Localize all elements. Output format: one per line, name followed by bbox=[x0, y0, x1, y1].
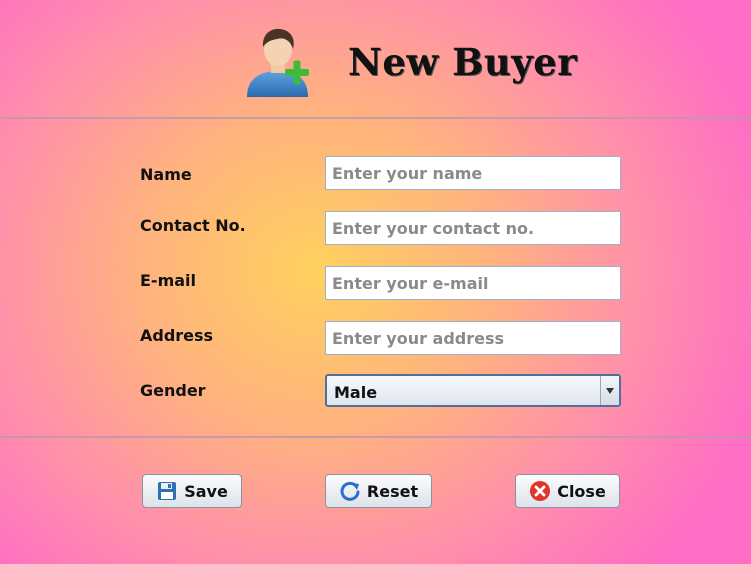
close-icon bbox=[530, 481, 551, 501]
top-divider bbox=[0, 117, 751, 119]
page-title: New Buyer bbox=[348, 40, 578, 84]
close-button[interactable]: Close bbox=[515, 474, 620, 508]
address-input[interactable] bbox=[325, 321, 621, 355]
contact-input[interactable] bbox=[325, 211, 621, 245]
name-label: Name bbox=[140, 165, 192, 184]
close-button-label: Close bbox=[557, 481, 606, 501]
save-button-label: Save bbox=[184, 481, 228, 501]
add-user-icon bbox=[247, 28, 309, 97]
bottom-divider bbox=[0, 436, 751, 438]
name-input[interactable] bbox=[325, 156, 621, 190]
email-input[interactable] bbox=[325, 266, 621, 300]
email-label: E-mail bbox=[140, 271, 197, 290]
gender-label: Gender bbox=[140, 381, 206, 400]
reset-button-label: Reset bbox=[366, 481, 419, 501]
refresh-icon bbox=[340, 481, 360, 501]
floppy-disk-icon bbox=[158, 482, 177, 500]
save-button[interactable]: Save bbox=[142, 474, 242, 508]
contact-label: Contact No. bbox=[140, 216, 246, 235]
address-label: Address bbox=[140, 326, 214, 345]
header: New Buyer bbox=[0, 0, 751, 118]
gender-select[interactable]: Male bbox=[325, 374, 621, 407]
dropdown-arrow[interactable] bbox=[600, 376, 619, 405]
gender-selected-value: Male bbox=[334, 383, 378, 402]
reset-button[interactable]: Reset bbox=[325, 474, 432, 508]
chevron-down-icon bbox=[606, 387, 614, 394]
